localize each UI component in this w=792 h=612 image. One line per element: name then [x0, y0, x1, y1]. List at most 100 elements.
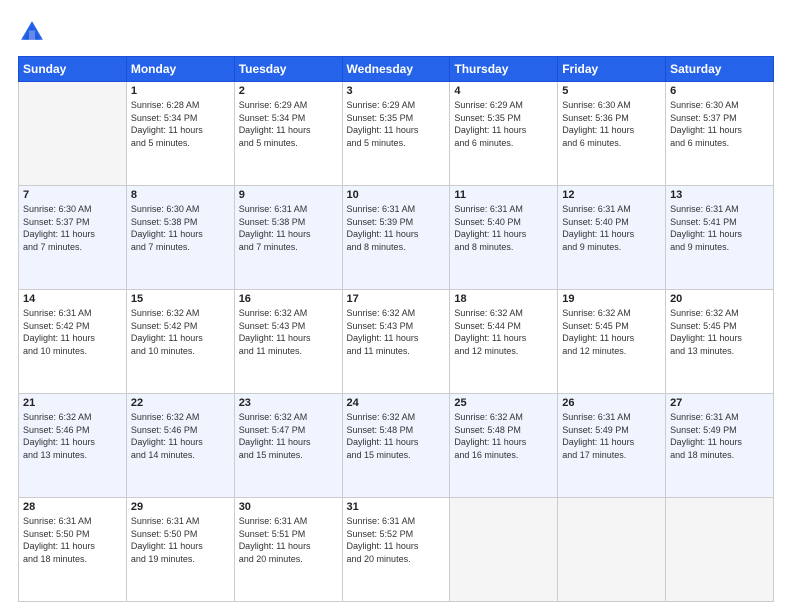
- day-info: Sunrise: 6:29 AM Sunset: 5:35 PM Dayligh…: [347, 99, 446, 149]
- day-number: 31: [347, 501, 446, 513]
- calendar-cell: 6 Sunrise: 6:30 AM Sunset: 5:37 PM Daylig…: [666, 82, 774, 186]
- weekday-row: SundayMondayTuesdayWednesdayThursdayFrid…: [19, 57, 774, 82]
- day-info: Sunrise: 6:31 AM Sunset: 5:50 PM Dayligh…: [131, 515, 230, 565]
- calendar-cell: 10 Sunrise: 6:31 AM Sunset: 5:39 PM Dayli…: [342, 186, 450, 290]
- page: SundayMondayTuesdayWednesdayThursdayFrid…: [0, 0, 792, 612]
- day-number: 23: [239, 397, 338, 409]
- day-number: 4: [454, 85, 553, 97]
- calendar: SundayMondayTuesdayWednesdayThursdayFrid…: [18, 56, 774, 602]
- logo-icon: [18, 18, 46, 46]
- calendar-cell: 12Sunrise: 6:31 AM Sunset: 5:40 PM Dayli…: [558, 186, 666, 290]
- day-info: Sunrise: 6:32 AM Sunset: 5:48 PM Dayligh…: [347, 411, 446, 461]
- day-number: 21: [23, 397, 122, 409]
- day-number: 30: [239, 501, 338, 513]
- day-number: 5: [562, 85, 661, 97]
- day-number: 20: [670, 293, 769, 305]
- calendar-cell: 8 Sunrise: 6:30 AM Sunset: 5:38 PM Daylig…: [126, 186, 234, 290]
- calendar-cell: 15Sunrise: 6:32 AM Sunset: 5:42 PM Dayli…: [126, 290, 234, 394]
- week-row-1: 7 Sunrise: 6:30 AM Sunset: 5:37 PM Daylig…: [19, 186, 774, 290]
- weekday-wednesday: Wednesday: [342, 57, 450, 82]
- week-row-0: 1 Sunrise: 6:28 AM Sunset: 5:34 PM Daylig…: [19, 82, 774, 186]
- day-number: 18: [454, 293, 553, 305]
- weekday-saturday: Saturday: [666, 57, 774, 82]
- day-number: 25: [454, 397, 553, 409]
- calendar-cell: 19 Sunrise: 6:32 AM Sunset: 5:45 PM Dayli…: [558, 290, 666, 394]
- calendar-cell: 30 Sunrise: 6:31 AM Sunset: 5:51 PM Dayli…: [234, 498, 342, 602]
- day-number: 29: [131, 501, 230, 513]
- day-number: 19: [562, 293, 661, 305]
- day-number: 11: [454, 189, 553, 201]
- calendar-cell: 27 Sunrise: 6:31 AM Sunset: 5:49 PM Dayli…: [666, 394, 774, 498]
- day-number: 9: [239, 189, 338, 201]
- weekday-sunday: Sunday: [19, 57, 127, 82]
- day-info: Sunrise: 6:30 AM Sunset: 5:37 PM Dayligh…: [23, 203, 122, 253]
- day-number: 22: [131, 397, 230, 409]
- calendar-cell: 4 Sunrise: 6:29 AM Sunset: 5:35 PM Daylig…: [450, 82, 558, 186]
- day-info: Sunrise: 6:32 AM Sunset: 5:43 PM Dayligh…: [347, 307, 446, 357]
- day-info: Sunrise: 6:31 AM Sunset: 5:51 PM Dayligh…: [239, 515, 338, 565]
- calendar-cell: 24 Sunrise: 6:32 AM Sunset: 5:48 PM Dayli…: [342, 394, 450, 498]
- day-number: 17: [347, 293, 446, 305]
- day-info: Sunrise: 6:32 AM Sunset: 5:45 PM Dayligh…: [562, 307, 661, 357]
- calendar-cell: 5 Sunrise: 6:30 AM Sunset: 5:36 PM Daylig…: [558, 82, 666, 186]
- calendar-cell: 16 Sunrise: 6:32 AM Sunset: 5:43 PM Dayli…: [234, 290, 342, 394]
- calendar-cell: 3 Sunrise: 6:29 AM Sunset: 5:35 PM Daylig…: [342, 82, 450, 186]
- day-info: Sunrise: 6:29 AM Sunset: 5:34 PM Dayligh…: [239, 99, 338, 149]
- day-number: 14: [23, 293, 122, 305]
- day-info: Sunrise: 6:32 AM Sunset: 5:46 PM Dayligh…: [23, 411, 122, 461]
- day-info: Sunrise: 6:30 AM Sunset: 5:38 PM Dayligh…: [131, 203, 230, 253]
- calendar-header: SundayMondayTuesdayWednesdayThursdayFrid…: [19, 57, 774, 82]
- calendar-cell: 18Sunrise: 6:32 AM Sunset: 5:44 PM Dayli…: [450, 290, 558, 394]
- day-info: Sunrise: 6:31 AM Sunset: 5:50 PM Dayligh…: [23, 515, 122, 565]
- calendar-body: 1 Sunrise: 6:28 AM Sunset: 5:34 PM Daylig…: [19, 82, 774, 602]
- day-info: Sunrise: 6:32 AM Sunset: 5:45 PM Dayligh…: [670, 307, 769, 357]
- week-row-4: 28 Sunrise: 6:31 AM Sunset: 5:50 PM Dayli…: [19, 498, 774, 602]
- day-number: 26: [562, 397, 661, 409]
- calendar-cell: 2 Sunrise: 6:29 AM Sunset: 5:34 PM Daylig…: [234, 82, 342, 186]
- weekday-thursday: Thursday: [450, 57, 558, 82]
- day-number: 24: [347, 397, 446, 409]
- day-number: 7: [23, 189, 122, 201]
- day-number: 28: [23, 501, 122, 513]
- calendar-cell: [19, 82, 127, 186]
- calendar-cell: 22 Sunrise: 6:32 AM Sunset: 5:46 PM Dayli…: [126, 394, 234, 498]
- calendar-cell: [450, 498, 558, 602]
- day-info: Sunrise: 6:32 AM Sunset: 5:43 PM Dayligh…: [239, 307, 338, 357]
- weekday-tuesday: Tuesday: [234, 57, 342, 82]
- calendar-cell: 1 Sunrise: 6:28 AM Sunset: 5:34 PM Daylig…: [126, 82, 234, 186]
- weekday-friday: Friday: [558, 57, 666, 82]
- calendar-cell: 17 Sunrise: 6:32 AM Sunset: 5:43 PM Dayli…: [342, 290, 450, 394]
- weekday-monday: Monday: [126, 57, 234, 82]
- day-info: Sunrise: 6:31 AM Sunset: 5:52 PM Dayligh…: [347, 515, 446, 565]
- day-info: Sunrise: 6:30 AM Sunset: 5:37 PM Dayligh…: [670, 99, 769, 149]
- calendar-cell: [666, 498, 774, 602]
- day-info: Sunrise: 6:31 AM Sunset: 5:40 PM Dayligh…: [454, 203, 553, 253]
- day-info: Sunrise: 6:32 AM Sunset: 5:47 PM Dayligh…: [239, 411, 338, 461]
- day-number: 16: [239, 293, 338, 305]
- day-number: 12: [562, 189, 661, 201]
- day-number: 27: [670, 397, 769, 409]
- day-info: Sunrise: 6:32 AM Sunset: 5:46 PM Dayligh…: [131, 411, 230, 461]
- day-info: Sunrise: 6:31 AM Sunset: 5:49 PM Dayligh…: [670, 411, 769, 461]
- calendar-cell: 26Sunrise: 6:31 AM Sunset: 5:49 PM Dayli…: [558, 394, 666, 498]
- calendar-cell: 25 Sunrise: 6:32 AM Sunset: 5:48 PM Dayli…: [450, 394, 558, 498]
- day-info: Sunrise: 6:32 AM Sunset: 5:48 PM Dayligh…: [454, 411, 553, 461]
- calendar-cell: 23 Sunrise: 6:32 AM Sunset: 5:47 PM Dayli…: [234, 394, 342, 498]
- day-number: 2: [239, 85, 338, 97]
- day-number: 13: [670, 189, 769, 201]
- day-number: 3: [347, 85, 446, 97]
- week-row-3: 21 Sunrise: 6:32 AM Sunset: 5:46 PM Dayli…: [19, 394, 774, 498]
- day-info: Sunrise: 6:31 AM Sunset: 5:39 PM Dayligh…: [347, 203, 446, 253]
- day-number: 10: [347, 189, 446, 201]
- day-info: Sunrise: 6:29 AM Sunset: 5:35 PM Dayligh…: [454, 99, 553, 149]
- day-number: 6: [670, 85, 769, 97]
- day-info: Sunrise: 6:31 AM Sunset: 5:42 PM Dayligh…: [23, 307, 122, 357]
- calendar-cell: 7 Sunrise: 6:30 AM Sunset: 5:37 PM Daylig…: [19, 186, 127, 290]
- day-info: Sunrise: 6:28 AM Sunset: 5:34 PM Dayligh…: [131, 99, 230, 149]
- calendar-cell: 20 Sunrise: 6:32 AM Sunset: 5:45 PM Dayli…: [666, 290, 774, 394]
- day-info: Sunrise: 6:30 AM Sunset: 5:36 PM Dayligh…: [562, 99, 661, 149]
- day-number: 8: [131, 189, 230, 201]
- day-info: Sunrise: 6:32 AM Sunset: 5:42 PM Dayligh…: [131, 307, 230, 357]
- day-number: 1: [131, 85, 230, 97]
- calendar-cell: 21 Sunrise: 6:32 AM Sunset: 5:46 PM Dayli…: [19, 394, 127, 498]
